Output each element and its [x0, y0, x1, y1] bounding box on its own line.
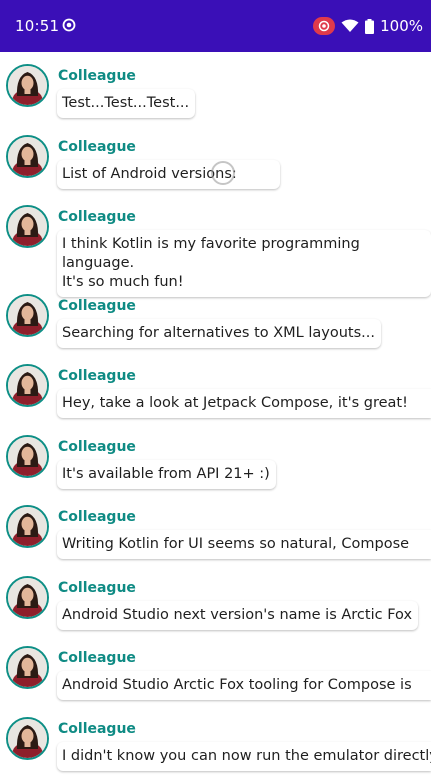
sender-name: Colleague: [58, 509, 136, 525]
status-icons: 100%: [313, 15, 423, 37]
message-bubble: Android Studio Arctic Fox tooling for Co…: [57, 671, 431, 700]
avatar[interactable]: [6, 435, 49, 478]
sender-name: Colleague: [58, 209, 136, 225]
avatar[interactable]: [6, 205, 49, 248]
wifi-icon: [341, 19, 359, 32]
message-bubble: Writing Kotlin for UI seems so natural, …: [57, 530, 431, 559]
avatar[interactable]: [6, 717, 49, 760]
status-time: 10:51: [15, 17, 60, 35]
message-bubble: List of Android versions:: [57, 160, 280, 189]
avatar[interactable]: [6, 576, 49, 619]
sender-name: Colleague: [58, 298, 136, 314]
sender-name: Colleague: [58, 580, 136, 596]
sender-name: Colleague: [58, 368, 136, 384]
cast-icon: [313, 17, 336, 35]
avatar[interactable]: [6, 505, 49, 548]
message-bubble: I think Kotlin is my favorite programmin…: [57, 230, 431, 297]
message-bubble: Hey, take a look at Jetpack Compose, it'…: [57, 389, 431, 418]
avatar[interactable]: [6, 646, 49, 689]
battery-percent: 100%: [380, 17, 423, 35]
sender-name: Colleague: [58, 68, 136, 84]
avatar[interactable]: [6, 135, 49, 178]
avatar[interactable]: [6, 64, 49, 107]
touch-indicator: [211, 161, 235, 185]
sender-name: Colleague: [58, 139, 136, 155]
sender-name: Colleague: [58, 439, 136, 455]
message-feed[interactable]: Colleague Test...Test...Test... Colleagu…: [0, 52, 431, 775]
message-bubble: I didn't know you can now run the emulat…: [57, 742, 431, 771]
avatar[interactable]: [6, 364, 49, 407]
screen-record-icon: [62, 18, 76, 32]
battery-icon: [365, 18, 375, 34]
sender-name: Colleague: [58, 721, 136, 737]
message-bubble: Test...Test...Test...: [57, 89, 196, 118]
message-bubble: It's available from API 21+ :): [57, 460, 276, 489]
message-bubble: Searching for alternatives to XML layout…: [57, 319, 381, 348]
status-bar: 10:51 100%: [0, 0, 431, 52]
message-bubble: Android Studio next version's name is Ar…: [57, 601, 419, 630]
sender-name: Colleague: [58, 650, 136, 666]
avatar[interactable]: [6, 294, 49, 337]
